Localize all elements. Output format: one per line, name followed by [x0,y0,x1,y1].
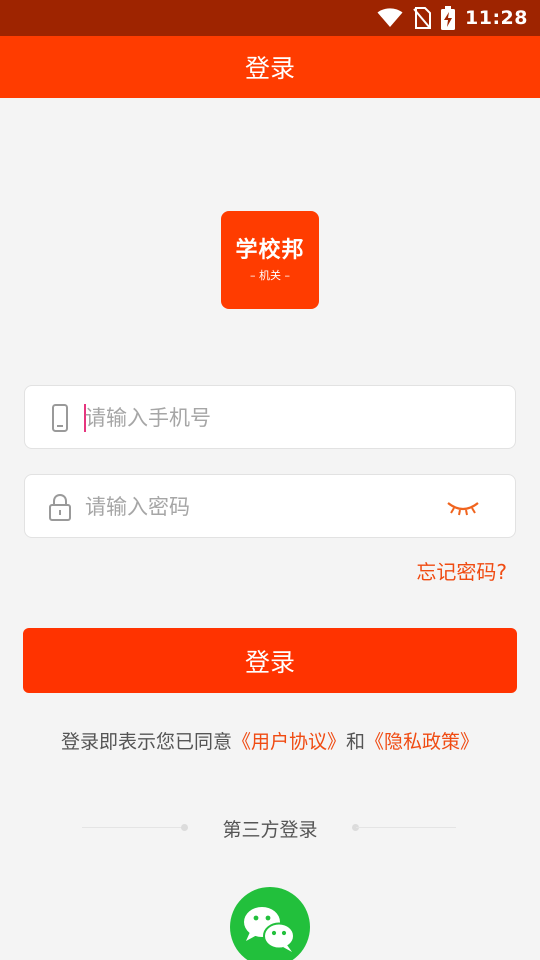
status-icons: 11:28 [377,0,528,36]
agreement-prefix: 登录即表示您已同意 [60,731,232,753]
password-input[interactable] [85,487,445,527]
phone-icon [52,404,68,432]
agreement-and: 和 [346,731,366,753]
lock-icon [49,493,71,521]
status-bar: 11:28 [0,0,540,36]
battery-charging-icon [441,6,456,30]
logo-main-text: 学校邦 [235,238,305,264]
forgot-password-link[interactable]: 忘记密码? [416,556,507,585]
user-agreement-link[interactable]: 《用户协议》 [232,731,346,753]
no-sim-icon [413,7,432,29]
third-party-divider: 第三方登录 [0,815,540,841]
phone-input[interactable] [85,398,445,438]
third-party-label: 第三方登录 [222,819,318,841]
logo-sub-text: – 机关 – [250,268,290,282]
agreement-text: 登录即表示您已同意《用户协议》和《隐私政策》 [0,727,540,754]
phone-field[interactable] [24,385,516,449]
app-bar: 登录 [0,36,540,98]
wechat-icon [244,907,295,952]
wifi-icon [377,8,403,27]
app-logo: 学校邦 – 机关 – [221,211,319,309]
login-button[interactable]: 登录 [23,628,517,693]
page-title: 登录 [244,54,295,83]
eye-closed-icon[interactable] [445,496,481,520]
password-field[interactable] [24,474,516,538]
wechat-login-button[interactable] [230,887,310,960]
divider-line-right [356,827,456,828]
privacy-policy-link[interactable]: 《隐私政策》 [365,731,479,753]
status-time: 11:28 [465,7,528,29]
